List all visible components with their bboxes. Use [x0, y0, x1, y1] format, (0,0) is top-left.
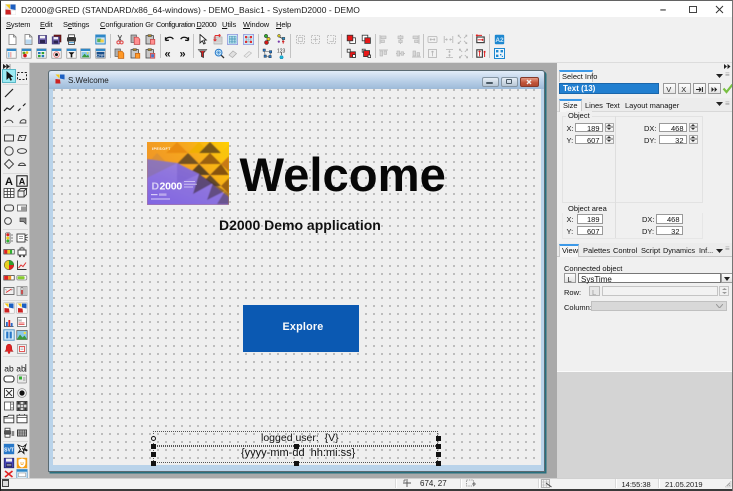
svg-text:xx: xx	[18, 319, 22, 323]
svg-text:IPESOFT: IPESOFT	[152, 147, 171, 151]
svg-text:2000: 2000	[160, 181, 183, 193]
svg-text:»: »	[180, 48, 186, 59]
svg-text:ab: ab	[4, 363, 14, 373]
svg-text:A2: A2	[495, 37, 504, 44]
svg-text:CNF: CNF	[96, 52, 105, 57]
svg-text:A: A	[19, 177, 26, 187]
svg-text:SVT: SVT	[4, 447, 14, 453]
svg-text:«: «	[164, 48, 170, 59]
svg-text:A: A	[5, 176, 13, 187]
svg-text:D: D	[152, 181, 160, 193]
